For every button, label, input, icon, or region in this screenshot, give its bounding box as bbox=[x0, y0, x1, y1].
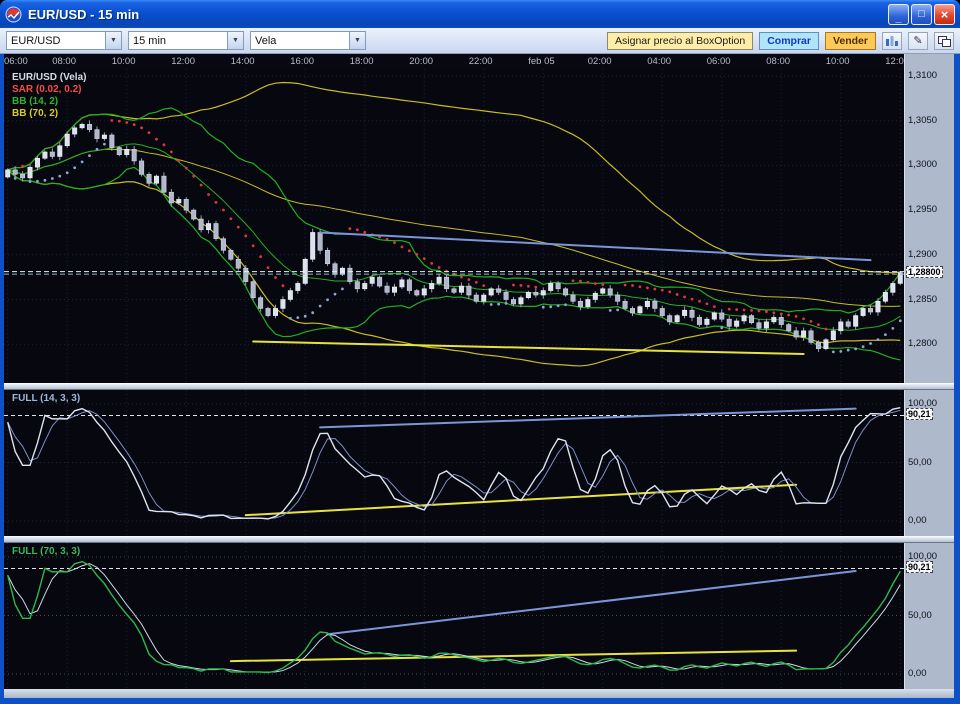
stoch-tick-label: 50,00 bbox=[908, 457, 932, 468]
chevron-down-icon: ▼ bbox=[349, 32, 365, 49]
panel-splitter[interactable] bbox=[4, 383, 954, 390]
stoch-tick-label: 100,00 bbox=[908, 551, 937, 562]
time-axis-label: 02:00 bbox=[588, 56, 624, 67]
chevron-down-icon: ▼ bbox=[105, 32, 121, 49]
main-chart-plot[interactable] bbox=[4, 69, 904, 383]
panel-splitter[interactable] bbox=[4, 536, 954, 543]
stoch-tick-label: 50,00 bbox=[908, 610, 932, 621]
price-scale[interactable]: 1,3100 1,3050 1,3000 1,2950 1,2900 1,2850 1,28… bbox=[904, 69, 954, 383]
time-axis[interactable]: 06:00 08:00 10:00 12:00 14:00 16:00 18:00 20:00… bbox=[4, 54, 904, 69]
chart-style-dropdown[interactable]: Vela ▼ bbox=[250, 31, 366, 50]
time-axis-label: 04:00 bbox=[647, 56, 683, 67]
time-axis-label: 20:00 bbox=[409, 56, 445, 67]
price-tick-label: 1,2850 bbox=[908, 294, 937, 305]
chart-window: EUR/USD - 15 min _ □ × EUR/USD ▼ 15 min … bbox=[0, 0, 960, 704]
time-axis-label: 10:00 bbox=[826, 56, 862, 67]
assign-boxoption-button[interactable]: Asignar precio al BoxOption bbox=[607, 32, 753, 50]
toolbar: EUR/USD ▼ 15 min ▼ Vela ▼ Asignar precio… bbox=[0, 28, 960, 54]
time-axis-label: 14:00 bbox=[231, 56, 267, 67]
price-tick-label: 1,2800 bbox=[908, 338, 937, 349]
chevron-down-icon: ▼ bbox=[227, 32, 243, 49]
stoch70-plot[interactable] bbox=[4, 543, 904, 689]
sell-button[interactable]: Vender bbox=[825, 32, 876, 50]
stoch-tick-label: 100,00 bbox=[908, 398, 937, 409]
bottom-scroll-strip[interactable] bbox=[4, 689, 954, 698]
buy-button[interactable]: Comprar bbox=[759, 32, 819, 50]
time-axis-label: 12:00 bbox=[885, 56, 904, 67]
stoch-tick-label: 0,00 bbox=[908, 515, 927, 526]
time-axis-label: 18:00 bbox=[350, 56, 386, 67]
stoch70-scale[interactable]: 100,00 50,00 0,00 90,21 bbox=[904, 543, 954, 689]
chart-style-dropdown-value: Vela bbox=[251, 35, 349, 47]
stoch-current-value-tag: 90,21 bbox=[906, 561, 933, 573]
stoch-current-value-tag: 90,21 bbox=[906, 408, 933, 420]
interval-dropdown-value: 15 min bbox=[129, 35, 227, 47]
symbol-dropdown-value: EUR/USD bbox=[7, 35, 105, 47]
chart-type-icon[interactable] bbox=[882, 32, 902, 50]
cascade-windows-icon[interactable] bbox=[934, 32, 954, 50]
window-title: EUR/USD - 15 min bbox=[28, 7, 139, 22]
time-axis-label: 12:00 bbox=[171, 56, 207, 67]
price-tick-label: 1,2950 bbox=[908, 204, 937, 215]
time-axis-label: 06:00 bbox=[4, 56, 40, 67]
time-axis-label: 22:00 bbox=[469, 56, 505, 67]
time-axis-label: feb 05 bbox=[528, 56, 564, 67]
stoch-tick-label: 0,00 bbox=[908, 668, 927, 679]
draw-pencil-icon[interactable]: ✎ bbox=[908, 32, 928, 50]
time-axis-label: 08:00 bbox=[766, 56, 802, 67]
time-axis-label: 16:00 bbox=[290, 56, 326, 67]
symbol-dropdown[interactable]: EUR/USD ▼ bbox=[6, 31, 122, 50]
stoch14-scale[interactable]: 100,00 50,00 0,00 90,21 bbox=[904, 390, 954, 536]
window-icon bbox=[5, 6, 22, 23]
stoch14-plot[interactable] bbox=[4, 390, 904, 536]
time-axis-label: 08:00 bbox=[52, 56, 88, 67]
time-axis-label: 10:00 bbox=[112, 56, 148, 67]
maximize-button[interactable]: □ bbox=[911, 4, 932, 25]
price-tick-label: 1,2900 bbox=[908, 249, 937, 260]
price-tick-label: 1,3100 bbox=[908, 70, 937, 81]
titlebar[interactable]: EUR/USD - 15 min _ □ × bbox=[0, 0, 960, 28]
price-tick-label: 1,3000 bbox=[908, 159, 937, 170]
time-axis-label: 06:00 bbox=[707, 56, 743, 67]
time-axis-corner bbox=[904, 54, 954, 69]
interval-dropdown[interactable]: 15 min ▼ bbox=[128, 31, 244, 50]
current-price-tag: 1,28800 bbox=[906, 266, 943, 278]
minimize-button[interactable]: _ bbox=[888, 4, 909, 25]
close-button[interactable]: × bbox=[934, 4, 955, 25]
price-tick-label: 1,3050 bbox=[908, 115, 937, 126]
